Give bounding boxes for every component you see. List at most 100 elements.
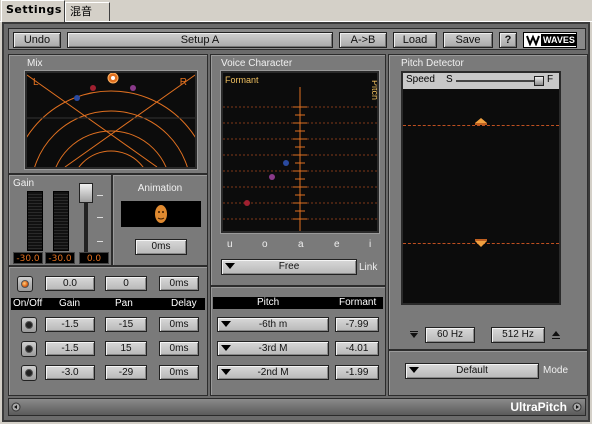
voice-2-dot[interactable] bbox=[130, 85, 136, 91]
resize-left-icon[interactable] bbox=[11, 402, 21, 412]
mix-right-label: R bbox=[179, 77, 187, 88]
vowel-i: i bbox=[369, 239, 372, 250]
load-button[interactable]: Load bbox=[393, 32, 437, 48]
waves-icon bbox=[526, 34, 540, 46]
voice-2-gain-field[interactable]: -1.5 bbox=[45, 341, 95, 356]
voice-3-onoff-toggle[interactable] bbox=[21, 365, 37, 381]
pitch-header: Pitch bbox=[257, 297, 280, 308]
vowel-o: o bbox=[262, 239, 268, 250]
preset-dropdown[interactable]: Default bbox=[405, 363, 539, 379]
vowel-a: a bbox=[298, 239, 304, 250]
voice-3-character-dot[interactable] bbox=[283, 160, 289, 166]
voice-2-onoff-toggle[interactable] bbox=[21, 341, 37, 357]
pitch-axis-label: Pitch bbox=[369, 79, 379, 101]
ultrapitch-plugin: Undo Setup A A->B Load Save ? WAVES Mix bbox=[2, 22, 590, 422]
mix-arcs bbox=[27, 73, 195, 167]
voice-2-formant-field[interactable]: -4.01 bbox=[335, 341, 379, 356]
voice-2-pitch-value: -3rd M bbox=[258, 343, 288, 354]
chevron-down-icon bbox=[221, 321, 231, 327]
delay-header: Delay bbox=[171, 298, 197, 309]
speed-fast-label: F bbox=[547, 74, 554, 85]
high-freq-up-icon[interactable] bbox=[551, 330, 561, 340]
voice-mode-dropdown[interactable]: Free bbox=[221, 259, 357, 275]
voice-3-delay-field[interactable]: 0ms bbox=[159, 365, 199, 380]
animation-display bbox=[121, 201, 201, 227]
animation-panel: Animation 0ms bbox=[112, 174, 208, 266]
voice-3-formant-field[interactable]: -1.99 bbox=[335, 365, 379, 380]
voice-1-delay-field[interactable]: 0ms bbox=[159, 317, 199, 332]
animation-time-field[interactable]: 0ms bbox=[135, 239, 187, 255]
voices-panel: 0.0 0 0ms On/Off Gain Pan Delay -1.5 -15… bbox=[8, 266, 208, 396]
help-button[interactable]: ? bbox=[499, 32, 517, 48]
a-to-b-button[interactable]: A->B bbox=[339, 32, 387, 48]
low-freq-down-icon[interactable] bbox=[409, 330, 419, 340]
low-freq-field[interactable]: 60 Hz bbox=[425, 327, 475, 343]
mix-panel: Mix L R bbox=[8, 54, 208, 174]
chevron-down-icon bbox=[221, 369, 231, 375]
resize-right-icon[interactable] bbox=[572, 402, 582, 412]
tab-settings[interactable]: Settings bbox=[1, 0, 65, 22]
gain-fader-readout[interactable]: 0.0 bbox=[79, 252, 109, 264]
speed-slider-handle[interactable] bbox=[534, 76, 544, 86]
voice-2-pan-field[interactable]: 15 bbox=[105, 341, 147, 356]
voice-3-pitch-dropdown[interactable]: -2nd M bbox=[217, 365, 329, 380]
speed-slider-track bbox=[456, 80, 540, 82]
voice-1-character-dot[interactable] bbox=[244, 200, 250, 206]
voice-3-pan-field[interactable]: -29 bbox=[105, 365, 147, 380]
led-icon bbox=[21, 280, 29, 288]
gain-panel: Gain -30.0 -30.0 0.0 bbox=[8, 174, 112, 266]
pan-header: Pan bbox=[115, 298, 133, 309]
formant-header: Formant bbox=[339, 297, 377, 308]
gain-fader-handle[interactable] bbox=[79, 183, 93, 203]
high-threshold-handle[interactable] bbox=[473, 117, 489, 127]
master-pan-field[interactable]: 0 bbox=[105, 276, 147, 291]
waves-logo-text: WAVES bbox=[541, 34, 577, 46]
pitch-formant-header: Pitch Formant bbox=[213, 297, 383, 309]
voice-character-display[interactable]: Formant Pitch bbox=[221, 71, 379, 233]
gain-header: Gain bbox=[59, 298, 81, 309]
face-icon bbox=[155, 205, 167, 223]
voice-1-pan-field[interactable]: -15 bbox=[105, 317, 147, 332]
pitch-detector-title: Pitch Detector bbox=[401, 58, 464, 69]
high-freq-field[interactable]: 512 Hz bbox=[491, 327, 545, 343]
tab-mix[interactable]: 混音 bbox=[65, 2, 110, 21]
voice-mode-value: Free bbox=[278, 261, 300, 272]
mix-left-label: L bbox=[33, 77, 39, 88]
voice-character-title: Voice Character bbox=[221, 58, 293, 69]
voice-1-gain-field[interactable]: -1.5 bbox=[45, 317, 95, 332]
pitch-detector-display[interactable]: Speed S F bbox=[401, 71, 561, 305]
voices-header: On/Off Gain Pan Delay bbox=[11, 298, 205, 310]
master-gain-field[interactable]: 0.0 bbox=[45, 276, 95, 291]
link-label[interactable]: Link bbox=[359, 262, 377, 273]
undo-button[interactable]: Undo bbox=[13, 32, 61, 48]
product-name: UltraPitch bbox=[510, 400, 567, 414]
meter-left-readout: -30.0 bbox=[13, 252, 43, 264]
vowel-e: e bbox=[334, 239, 340, 250]
voice-3-pitch-value: -2nd M bbox=[257, 367, 289, 378]
preset-mode-panel: Default Mode bbox=[388, 350, 588, 396]
voice-1-dot[interactable] bbox=[90, 85, 96, 91]
footer-bar: UltraPitch bbox=[8, 398, 586, 416]
vowel-u: u bbox=[227, 239, 233, 250]
meter-right-readout: -30.0 bbox=[45, 252, 75, 264]
voice-1-formant-field[interactable]: -7.99 bbox=[335, 317, 379, 332]
save-button[interactable]: Save bbox=[443, 32, 493, 48]
voice-1-onoff-toggle[interactable] bbox=[21, 317, 37, 333]
master-onoff-toggle[interactable] bbox=[17, 276, 33, 292]
master-delay-field[interactable]: 0ms bbox=[159, 276, 199, 291]
chevron-down-icon bbox=[225, 263, 235, 269]
setup-name-field[interactable]: Setup A bbox=[67, 32, 333, 48]
led-icon bbox=[25, 321, 33, 329]
voice-2-character-dot[interactable] bbox=[269, 174, 275, 180]
voice-2-delay-field[interactable]: 0ms bbox=[159, 341, 199, 356]
voice-2-pitch-dropdown[interactable]: -3rd M bbox=[217, 341, 329, 356]
tab-bar: Settings 混音 bbox=[0, 0, 592, 22]
voice-1-pitch-dropdown[interactable]: -6th m bbox=[217, 317, 329, 332]
speed-label: Speed bbox=[406, 74, 435, 85]
mix-display[interactable]: L R bbox=[25, 71, 197, 169]
voice-3-gain-field[interactable]: -3.0 bbox=[45, 365, 95, 380]
chevron-down-icon bbox=[409, 367, 419, 373]
voice-3-dot[interactable] bbox=[74, 95, 80, 101]
low-threshold-handle[interactable] bbox=[473, 237, 489, 249]
speed-bar: Speed S F bbox=[403, 73, 559, 89]
